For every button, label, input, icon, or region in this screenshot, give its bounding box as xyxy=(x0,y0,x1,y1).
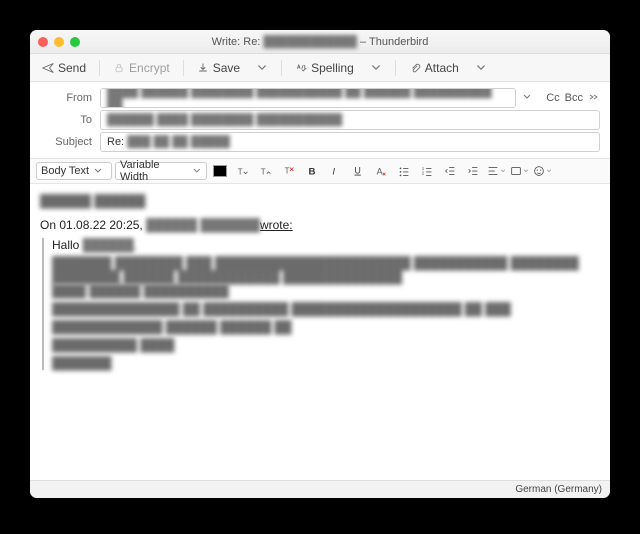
spelling-dropdown[interactable] xyxy=(364,60,388,76)
compose-window: Write: Re: ████████████ – Thunderbird Se… xyxy=(30,30,610,498)
svg-text:T: T xyxy=(261,168,266,177)
align-icon xyxy=(486,164,500,178)
message-body[interactable]: ██████ ██████ On 01.08.22 20:25, ██████ … xyxy=(30,184,610,480)
send-icon xyxy=(42,62,54,74)
block-format-select[interactable]: Body Text xyxy=(36,162,112,180)
emoji-button[interactable] xyxy=(532,162,552,180)
titlebar: Write: Re: ████████████ – Thunderbird xyxy=(30,30,610,54)
underline-button[interactable]: U xyxy=(348,162,368,180)
chevron-down-icon xyxy=(475,62,487,74)
chevron-down-icon xyxy=(500,164,506,178)
insert-button[interactable] xyxy=(509,162,529,180)
main-toolbar: Send Encrypt Save Spelling Attach xyxy=(30,54,610,82)
save-dropdown[interactable] xyxy=(250,60,274,76)
more-recipients-button[interactable] xyxy=(588,92,600,105)
from-field[interactable]: ████ ██████ ████████ ███████████ ██ ████… xyxy=(100,88,516,108)
chevron-down-icon xyxy=(256,62,268,74)
remove-style-button[interactable]: A xyxy=(371,162,391,180)
window-title: Write: Re: ████████████ – Thunderbird xyxy=(30,36,610,48)
smiley-icon xyxy=(532,164,546,178)
remove-style-icon: A xyxy=(374,164,388,178)
chevron-down-icon xyxy=(370,62,382,74)
spelling-icon xyxy=(295,62,307,74)
svg-text:2: 2 xyxy=(422,171,425,176)
bcc-button[interactable]: Bcc xyxy=(565,92,583,104)
number-list-button[interactable]: 12 xyxy=(417,162,437,180)
chevron-down-icon xyxy=(522,92,532,102)
address-block: From ████ ██████ ████████ ███████████ ██… xyxy=(30,82,610,154)
align-button[interactable] xyxy=(486,162,506,180)
spelling-button[interactable]: Spelling xyxy=(289,59,360,77)
svg-text:T: T xyxy=(285,167,290,176)
font-size-down-button[interactable]: T xyxy=(233,162,253,180)
italic-icon: I xyxy=(328,164,342,178)
chevron-double-icon xyxy=(588,92,600,102)
to-label: To xyxy=(40,114,100,126)
save-button[interactable]: Save xyxy=(191,59,246,77)
quoted-text: Hallo ██████, ███████ ████████ ███ █████… xyxy=(42,238,600,370)
font-increase-icon: T xyxy=(259,164,273,178)
format-toolbar: Body Text Variable Width T T T B I U A 1… xyxy=(30,158,610,184)
zoom-icon[interactable] xyxy=(70,37,80,47)
svg-text:A: A xyxy=(377,167,383,177)
insert-icon xyxy=(509,164,523,178)
number-list-icon: 12 xyxy=(420,164,434,178)
svg-text:I: I xyxy=(332,167,335,178)
attach-dropdown[interactable] xyxy=(469,60,493,76)
cc-button[interactable]: Cc xyxy=(546,92,559,104)
language-indicator[interactable]: German (Germany) xyxy=(515,484,602,495)
close-icon[interactable] xyxy=(38,37,48,47)
from-dropdown[interactable] xyxy=(516,91,538,105)
subject-field[interactable]: Re: ███ ██ ██ █████ xyxy=(100,132,600,152)
status-bar: German (Germany) xyxy=(30,480,610,498)
minimize-icon[interactable] xyxy=(54,37,64,47)
chevron-down-icon xyxy=(93,166,103,176)
chevron-down-icon xyxy=(523,164,529,178)
outdent-icon xyxy=(443,164,457,178)
svg-text:T: T xyxy=(238,168,243,177)
bullet-list-icon xyxy=(397,164,411,178)
svg-text:U: U xyxy=(355,166,361,176)
attach-button[interactable]: Attach xyxy=(403,59,465,77)
clear-format-icon: T xyxy=(282,164,296,178)
bold-button[interactable]: B xyxy=(302,162,322,180)
window-controls xyxy=(38,37,80,47)
send-button[interactable]: Send xyxy=(36,59,92,77)
remove-format-button[interactable]: T xyxy=(279,162,299,180)
color-swatch-icon xyxy=(213,165,227,177)
font-select[interactable]: Variable Width xyxy=(115,162,207,180)
indent-icon xyxy=(466,164,480,178)
from-label: From xyxy=(40,92,100,104)
chevron-down-icon xyxy=(546,164,552,178)
to-field[interactable]: ██████ ████ ████████ ███████████ xyxy=(100,110,600,130)
outdent-button[interactable] xyxy=(440,162,460,180)
bold-icon: B xyxy=(305,164,319,178)
underline-icon: U xyxy=(351,164,365,178)
encrypt-button[interactable]: Encrypt xyxy=(107,59,176,77)
paperclip-icon xyxy=(409,62,421,74)
bullet-list-button[interactable] xyxy=(394,162,414,180)
subject-label: Subject xyxy=(40,136,100,148)
text-color-button[interactable] xyxy=(210,162,230,180)
save-icon xyxy=(197,62,209,74)
font-size-up-button[interactable]: T xyxy=(256,162,276,180)
chevron-down-icon xyxy=(192,166,202,176)
indent-button[interactable] xyxy=(463,162,483,180)
svg-text:B: B xyxy=(309,167,316,178)
lock-icon xyxy=(113,62,125,74)
font-decrease-icon: T xyxy=(236,164,250,178)
italic-button[interactable]: I xyxy=(325,162,345,180)
